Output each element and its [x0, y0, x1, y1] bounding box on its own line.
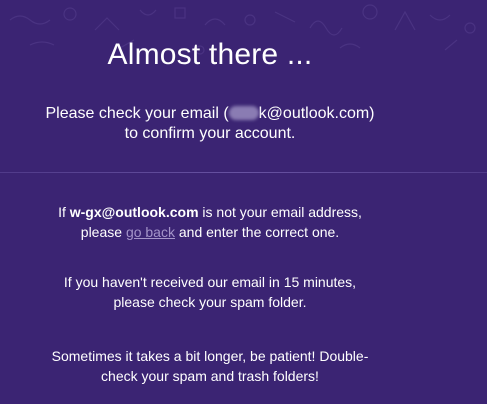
wrong-email-line-2: please go back and enter the correct one… [0, 222, 420, 242]
page-title: Almost there ... [107, 38, 313, 71]
confirm-prefix: Please check your email ( [45, 105, 229, 122]
wrong-email-prefix: If [58, 204, 70, 220]
divider [0, 172, 487, 173]
confirm-message: Please check your email (k@outlook.com) … [0, 104, 420, 144]
patience-notice: Sometimes it takes a bit longer, be pati… [0, 346, 420, 386]
redacted-email-blur [228, 106, 259, 120]
go-back-link[interactable]: go back [126, 224, 175, 240]
confirm-line-1: Please check your email ( k@outlook.com) [0, 104, 420, 124]
patience-line-1: Sometimes it takes a bit longer, be pati… [51, 348, 369, 364]
wrong-email-line2-suffix: and enter the correct one. [174, 224, 340, 240]
entered-email: w-gx@outlook.com [69, 204, 199, 220]
wrong-email-middle: is not your email address, [198, 204, 362, 220]
spam-notice: If you haven't received our email in 15 … [0, 272, 420, 312]
spam-notice-line-1: If you haven't received our email in 15 … [63, 274, 357, 290]
wrong-email-line-1: If w-gx@outlook.com is not your email ad… [0, 202, 420, 222]
wrong-email-line2-prefix: please [80, 224, 126, 240]
confirm-email-suffix: k@outlook.com) [258, 105, 375, 122]
patience-line-2: check your spam and trash folders! [101, 368, 319, 384]
spam-notice-line-2: please check your spam folder. [113, 294, 307, 310]
confirm-line-2: to confirm your account. [124, 125, 296, 142]
wrong-email-notice: If w-gx@outlook.com is not your email ad… [0, 202, 420, 242]
